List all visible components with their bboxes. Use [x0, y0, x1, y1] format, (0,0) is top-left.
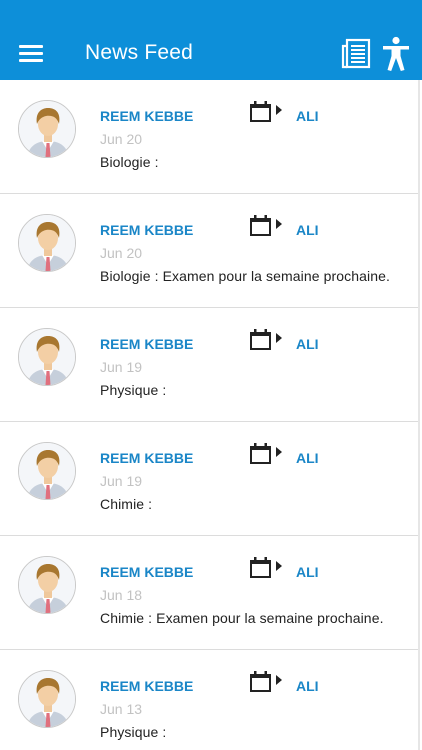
feed-item[interactable]: REEM KEBBE Jun 13 Physique : ALI	[0, 650, 418, 750]
post-date: Jun 13	[100, 701, 143, 717]
post-message: Biologie : Examen pour la semaine procha…	[100, 268, 391, 284]
post-message: Chimie : Examen pour la semaine prochain…	[100, 610, 384, 626]
post-recipient: ALI	[296, 678, 319, 694]
post-recipient: ALI	[296, 336, 319, 352]
news-feed-list: REEM KEBBE Jun 20 Biologie : ALI REEM KE…	[0, 80, 420, 750]
calendar-arrow-icon	[250, 671, 284, 693]
post-message: Physique :	[100, 724, 167, 740]
post-recipient: ALI	[296, 564, 319, 580]
calendar-arrow-icon	[250, 329, 284, 351]
post-date: Jun 19	[100, 359, 143, 375]
post-message: Biologie :	[100, 154, 159, 170]
feed-item[interactable]: REEM KEBBE Jun 20 Biologie : ALI	[0, 80, 418, 194]
post-date: Jun 18	[100, 587, 143, 603]
post-message: Physique :	[100, 382, 167, 398]
calendar-arrow-icon	[250, 101, 284, 123]
menu-line	[19, 59, 43, 62]
post-author: REEM KEBBE	[100, 108, 194, 124]
accessibility-person-icon[interactable]	[381, 36, 411, 72]
post-recipient: ALI	[296, 450, 319, 466]
menu-line	[19, 45, 43, 48]
post-date: Jun 19	[100, 473, 143, 489]
menu-line	[19, 52, 43, 55]
post-author: REEM KEBBE	[100, 450, 194, 466]
calendar-arrow-icon	[250, 557, 284, 579]
avatar	[18, 214, 76, 272]
avatar	[18, 100, 76, 158]
page-title: News Feed	[85, 41, 194, 64]
avatar	[18, 556, 76, 614]
post-recipient: ALI	[296, 108, 319, 124]
post-author: REEM KEBBE	[100, 222, 194, 238]
post-message: Chimie :	[100, 496, 153, 512]
post-date: Jun 20	[100, 245, 143, 261]
feed-item[interactable]: REEM KEBBE Jun 19 Chimie : ALI	[0, 422, 418, 536]
newspaper-icon[interactable]	[341, 38, 371, 70]
feed-item[interactable]: REEM KEBBE Jun 19 Physique : ALI	[0, 308, 418, 422]
post-author: REEM KEBBE	[100, 678, 194, 694]
calendar-arrow-icon	[250, 443, 284, 465]
feed-item[interactable]: REEM KEBBE Jun 18 Chimie : Examen pour l…	[0, 536, 418, 650]
app-bar: News Feed	[0, 0, 422, 80]
post-date: Jun 20	[100, 131, 143, 147]
calendar-arrow-icon	[250, 215, 284, 237]
avatar	[18, 328, 76, 386]
avatar	[18, 670, 76, 728]
hamburger-menu-icon[interactable]	[16, 40, 46, 68]
post-author: REEM KEBBE	[100, 564, 194, 580]
post-recipient: ALI	[296, 222, 319, 238]
feed-item[interactable]: REEM KEBBE Jun 20 Biologie : Examen pour…	[0, 194, 418, 308]
avatar	[18, 442, 76, 500]
post-author: REEM KEBBE	[100, 336, 194, 352]
